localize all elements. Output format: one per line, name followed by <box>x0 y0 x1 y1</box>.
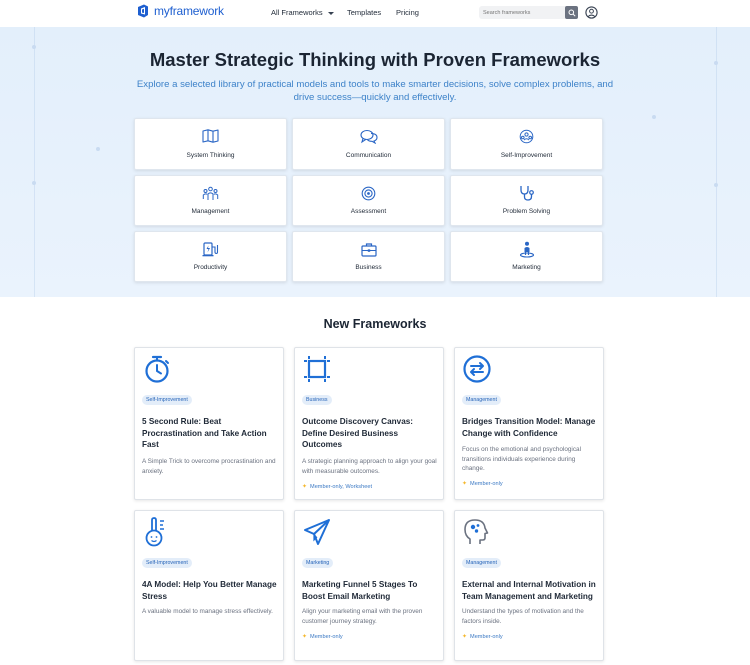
stopwatch-icon <box>145 355 169 383</box>
decorative-dot <box>96 147 100 151</box>
category-card-problem-solving[interactable]: Problem Solving <box>450 175 603 226</box>
card-meta: ✦ Member-only <box>462 633 503 641</box>
category-card-system-thinking[interactable]: System Thinking <box>134 118 287 170</box>
hero-section: Master Strategic Thinking with Proven Fr… <box>0 27 750 297</box>
search-icon <box>568 9 576 17</box>
ev-charger-icon <box>202 242 219 257</box>
card-meta: ✦ Member-only, Worksheet <box>302 483 372 491</box>
framework-cards-grid: Self-Improvement 5 Second Rule: Beat Pro… <box>134 347 604 661</box>
chat-bubbles-icon <box>359 129 378 144</box>
star-icon: ✦ <box>462 634 468 640</box>
category-badge[interactable]: Management <box>462 395 501 405</box>
hero-subtitle: Explore a selected library of practical … <box>136 79 614 103</box>
framework-card[interactable]: Self-Improvement 5 Second Rule: Beat Pro… <box>134 347 284 500</box>
category-label: Communication <box>345 152 392 159</box>
framework-card[interactable]: Management External and Internal Motivat… <box>454 510 604 661</box>
nav-all-frameworks-label: All Frameworks <box>271 8 323 17</box>
star-icon: ✦ <box>462 481 468 487</box>
category-label: Productivity <box>193 264 228 271</box>
briefcase-icon <box>360 242 377 257</box>
card-description: A Simple Trick to overcome procrastinati… <box>142 458 276 475</box>
card-title[interactable]: External and Internal Motivation in Team… <box>462 579 597 602</box>
category-label: Management <box>191 208 230 215</box>
framework-card[interactable]: Management Bridges Transition Model: Man… <box>454 347 604 500</box>
card-title[interactable]: Outcome Discovery Canvas: Define Desired… <box>302 416 437 451</box>
logo-mark-icon <box>138 4 148 18</box>
card-meta-label: Member-only <box>310 633 343 640</box>
people-circle-icon <box>519 129 534 143</box>
category-badge[interactable]: Business <box>302 395 332 405</box>
category-card-self-improvement[interactable]: Self-Improvement <box>450 118 603 170</box>
category-label: Marketing <box>512 264 541 271</box>
category-badge[interactable]: Marketing <box>302 558 334 568</box>
section-title-new-frameworks: New Frameworks <box>323 317 427 331</box>
category-label: Business <box>355 264 382 271</box>
canvas-frame-icon <box>304 356 330 382</box>
card-description: Understand the types of motivation and t… <box>462 608 584 625</box>
search-bar <box>479 6 578 19</box>
top-navbar: myframework All Frameworks Templates Pri… <box>0 0 750 27</box>
nav-templates[interactable]: Templates <box>347 8 396 17</box>
map-icon <box>202 129 219 143</box>
user-account-icon[interactable] <box>585 6 598 19</box>
card-meta: ✦ Member-only <box>302 633 343 641</box>
team-icon <box>202 186 219 200</box>
card-meta: ✦ Member-only <box>462 480 503 488</box>
category-card-assessment[interactable]: Assessment <box>292 175 445 226</box>
card-title[interactable]: Marketing Funnel 5 Stages To Boost Email… <box>302 579 437 602</box>
search-input[interactable] <box>479 6 563 19</box>
card-description: A valuable model to manage stress effect… <box>142 608 273 615</box>
category-label: Self-Improvement <box>500 152 553 159</box>
star-icon: ✦ <box>302 484 308 490</box>
logo-text: myframework <box>154 4 224 18</box>
framework-card[interactable]: Self-Improvement 4A Model: Help You Bett… <box>134 510 284 661</box>
chevron-down-icon <box>327 11 334 15</box>
transition-arrows-icon <box>463 355 491 383</box>
star-icon: ✦ <box>302 634 308 640</box>
logo[interactable]: myframework <box>136 4 224 18</box>
framework-card[interactable]: Business Outcome Discovery Canvas: Defin… <box>294 347 444 500</box>
category-label: System Thinking <box>186 152 235 159</box>
thermometer-face-icon <box>145 517 164 547</box>
nav-templates-label: Templates <box>347 8 382 17</box>
category-card-business[interactable]: Business <box>292 231 445 282</box>
target-icon <box>361 186 376 200</box>
nav-all-frameworks[interactable]: All Frameworks <box>271 8 347 17</box>
card-description: A strategic planning approach to align y… <box>302 458 437 475</box>
decorative-dot <box>32 181 36 185</box>
nav-pricing-label: Pricing <box>396 8 419 17</box>
category-grid: System Thinking Communication Self-Impro… <box>134 118 603 282</box>
card-meta-label: Member-only <box>470 480 503 487</box>
decorative-dot <box>652 115 656 119</box>
card-description: Focus on the emotional and psychological… <box>462 446 582 472</box>
head-gears-icon <box>464 519 489 544</box>
category-card-productivity[interactable]: Productivity <box>134 231 287 282</box>
card-meta-label: Member-only <box>470 633 503 640</box>
framework-card[interactable]: Marketing Marketing Funnel 5 Stages To B… <box>294 510 444 661</box>
hero-title: Master Strategic Thinking with Proven Fr… <box>149 49 601 70</box>
category-card-marketing[interactable]: Marketing <box>450 231 603 282</box>
person-pin-icon <box>519 241 534 258</box>
stethoscope-icon <box>519 186 534 201</box>
category-label: Assessment <box>350 208 387 215</box>
card-title[interactable]: Bridges Transition Model: Manage Change … <box>462 416 597 439</box>
search-button[interactable] <box>565 6 578 19</box>
nav-links: All Frameworks Templates Pricing <box>271 8 419 17</box>
card-title[interactable]: 4A Model: Help You Better Manage Stress <box>142 579 277 602</box>
category-card-communication[interactable]: Communication <box>292 118 445 170</box>
category-badge[interactable]: Self-Improvement <box>142 395 192 405</box>
category-label: Problem Solving <box>502 208 551 215</box>
category-card-management[interactable]: Management <box>134 175 287 226</box>
paper-plane-icon <box>304 519 330 545</box>
decorative-dot <box>714 183 718 187</box>
card-meta-label: Member-only, Worksheet <box>310 483 372 490</box>
card-description: Align your marketing email with the prov… <box>302 608 423 625</box>
category-badge[interactable]: Self-Improvement <box>142 558 192 568</box>
category-badge[interactable]: Management <box>462 558 501 568</box>
card-title[interactable]: 5 Second Rule: Beat Procrastination and … <box>142 416 277 451</box>
nav-pricing[interactable]: Pricing <box>396 8 419 17</box>
